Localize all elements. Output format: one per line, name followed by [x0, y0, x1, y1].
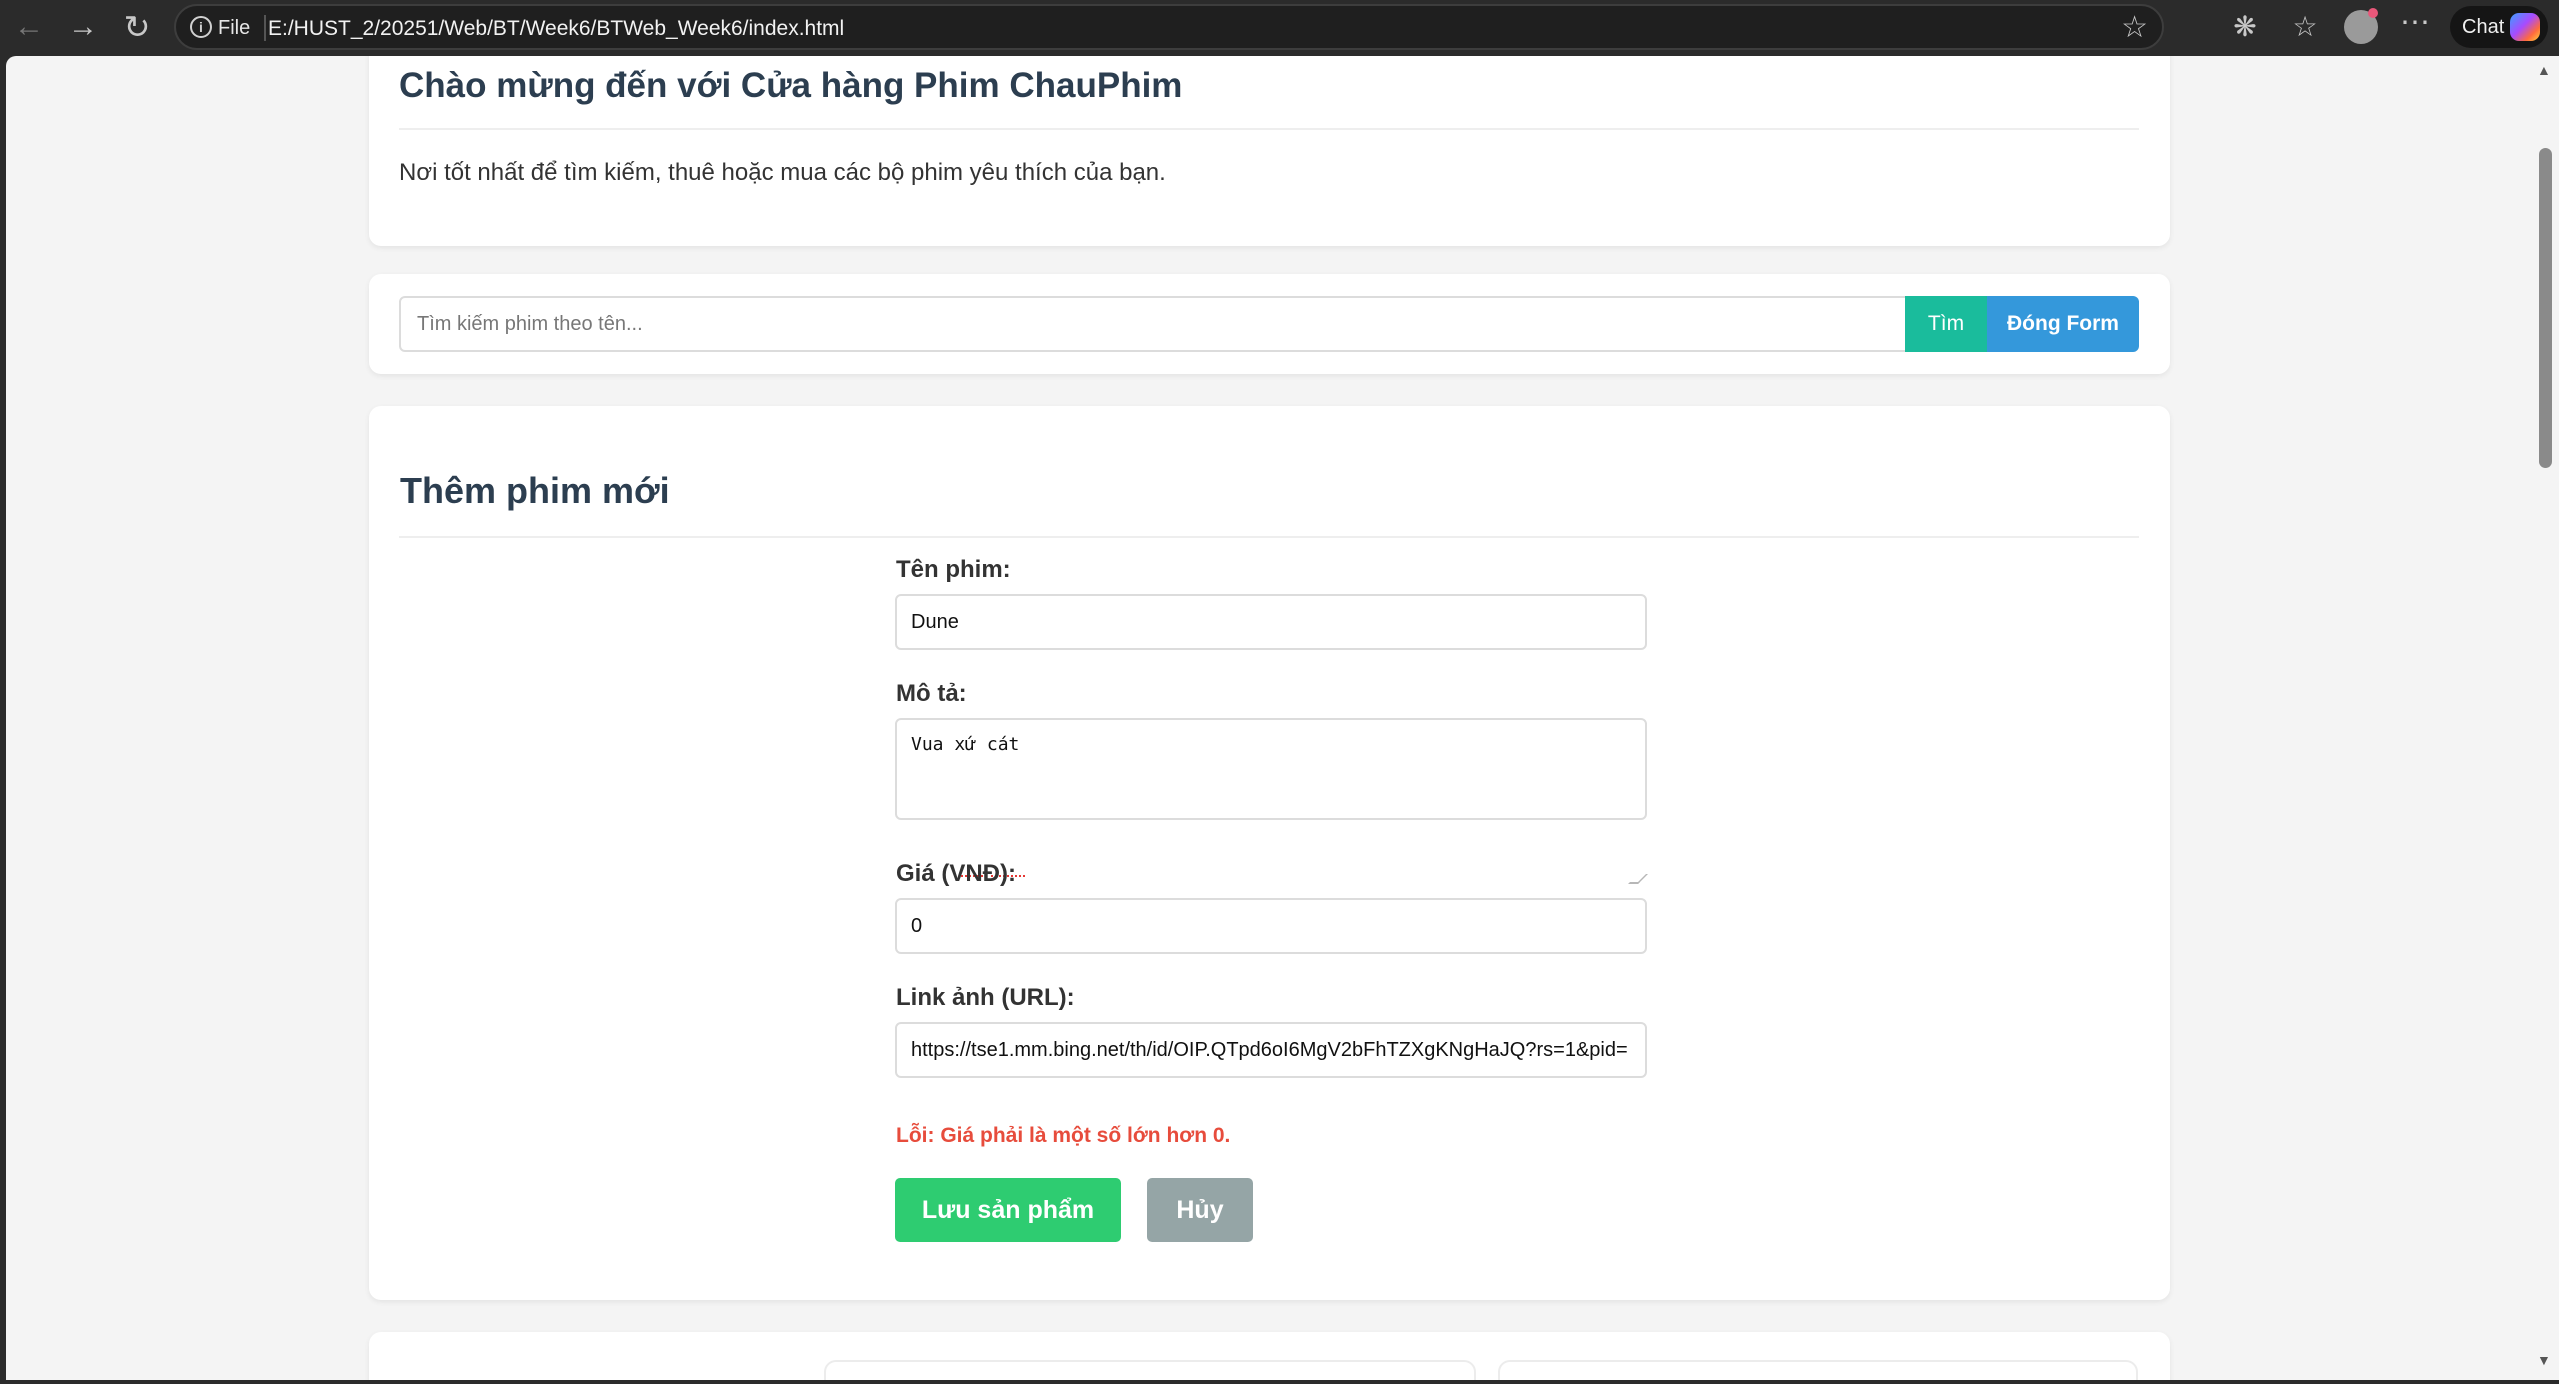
movie-name-label: Tên phim: — [896, 556, 1011, 583]
chat-button[interactable]: Chat — [2450, 6, 2548, 48]
chat-label: Chat — [2462, 16, 2505, 38]
address-divider — [264, 15, 266, 41]
error-message: Lỗi: Giá phải là một số lớn hơn 0. — [896, 1124, 1231, 1147]
image-url-input[interactable] — [895, 1022, 1647, 1078]
forward-arrow-icon[interactable]: → — [62, 6, 104, 48]
price-input[interactable] — [895, 898, 1647, 954]
price-label: Giá (VNĐ): — [896, 860, 1016, 887]
favorite-star-icon[interactable]: ☆ — [2121, 12, 2148, 44]
form-title: Thêm phim mới — [400, 470, 670, 511]
url-text[interactable]: E:/HUST_2/20251/Web/BT/Week6/BTWeb_Week6… — [268, 17, 844, 41]
back-arrow-icon[interactable]: ← — [8, 6, 50, 48]
address-bar[interactable]: i File E:/HUST_2/20251/Web/BT/Week6/BTWe… — [174, 4, 2164, 50]
image-url-label: Link ảnh (URL): — [896, 984, 1075, 1011]
favorites-icon[interactable]: ☆ — [2286, 8, 2324, 46]
file-scheme-label: File — [218, 17, 251, 39]
browser-toolbar: ← → ↻ i File E:/HUST_2/20251/Web/BT/Week… — [0, 0, 2559, 54]
movie-name-input[interactable] — [895, 594, 1647, 650]
form-divider — [399, 536, 2139, 538]
search-input[interactable] — [399, 296, 1907, 352]
textarea-resize-handle[interactable] — [1628, 874, 1648, 884]
save-product-button[interactable]: Lưu sản phẩm — [895, 1178, 1121, 1242]
page-title: Chào mừng đến với Cửa hàng Phim ChauPhim — [399, 66, 1183, 105]
profile-notification-dot — [2368, 8, 2378, 18]
page-subtitle: Nơi tốt nhất để tìm kiếm, thuê hoặc mua … — [399, 159, 1166, 186]
description-textarea[interactable]: Vua xứ cát — [895, 718, 1647, 820]
scroll-down-arrow-icon[interactable]: ▼ — [2537, 1352, 2551, 1368]
welcome-section: Chào mừng đến với Cửa hàng Phim ChauPhim… — [369, 56, 2170, 246]
description-label: Mô tả: — [896, 680, 967, 707]
close-form-button[interactable]: Đóng Form — [1987, 296, 2139, 352]
movie-card[interactable] — [1498, 1360, 2138, 1380]
page-viewport: Chào mừng đến với Cửa hàng Phim ChauPhim… — [6, 56, 2559, 1380]
reload-icon[interactable]: ↻ — [116, 6, 158, 48]
copilot-icon — [2510, 13, 2540, 41]
cancel-button[interactable]: Hủy — [1147, 1178, 1253, 1242]
add-movie-form: Thêm phim mới Tên phim: Mô tả: Vua xứ cá… — [369, 406, 2170, 1300]
movie-card[interactable] — [824, 1360, 1476, 1380]
more-options-icon[interactable]: ⋯ — [2396, 8, 2434, 46]
search-button[interactable]: Tìm — [1905, 296, 1987, 352]
title-divider — [399, 128, 2139, 130]
extensions-icon[interactable]: ❋ — [2226, 8, 2264, 46]
scrollbar-thumb[interactable] — [2539, 148, 2552, 468]
scroll-up-arrow-icon[interactable]: ▲ — [2537, 62, 2551, 78]
info-icon[interactable]: i — [190, 16, 212, 38]
search-section: Tìm Đóng Form — [369, 274, 2170, 374]
